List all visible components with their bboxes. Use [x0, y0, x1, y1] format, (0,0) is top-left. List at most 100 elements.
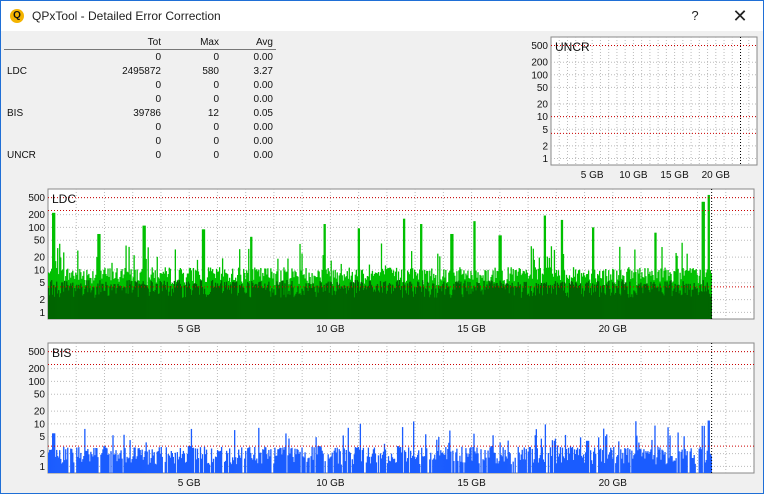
bis-bar: [349, 452, 351, 473]
error-stats-table: Tot Max Avg 0 0 0.00 LDC 2495872 580 3.27 000…: [4, 35, 276, 162]
ldc-x-tick-label: 5 GB: [178, 324, 201, 335]
bis-y-tick-label: 500: [28, 347, 45, 358]
bis-bar: [285, 433, 287, 473]
bis-bar: [165, 447, 167, 473]
stats-cell-label: UNCR: [7, 149, 36, 161]
stats-cell-avg: 0.00: [253, 149, 273, 161]
bis-bar: [678, 451, 680, 473]
bis-bar: [686, 451, 688, 473]
bis-bar: [595, 453, 597, 473]
stats-cell-avg: 0.00: [253, 121, 273, 133]
bis-bar: [208, 464, 211, 473]
bis-bar: [197, 458, 200, 473]
bis-bar: [453, 461, 455, 473]
stats-cell-label: LDC: [7, 65, 28, 77]
bis-bar: [270, 449, 272, 473]
bis-bar: [212, 458, 215, 473]
ldc-y-tick-label: 100: [28, 223, 45, 234]
bis-bar: [478, 463, 480, 473]
bis-bar: [547, 453, 550, 473]
stats-cell-max: 0: [213, 121, 219, 133]
bis-x-tick-label: 15 GB: [457, 478, 486, 489]
close-button[interactable]: ✕: [718, 1, 762, 31]
bis-bar: [67, 447, 69, 473]
uncr-y-tick-label: 500: [531, 41, 548, 52]
bis-bar: [544, 424, 547, 473]
bis-bar: [480, 449, 482, 473]
stats-cell-label: [4, 78, 74, 92]
bis-bar: [384, 449, 387, 473]
bis-bar: [419, 463, 421, 473]
stats-cell-max: 0: [213, 79, 219, 91]
stats-cell-label: BIS: [7, 107, 24, 119]
ldc-x-tick-label: 10 GB: [316, 324, 345, 335]
stats-cell-label: [4, 50, 74, 65]
bis-bar: [108, 453, 110, 473]
stats-cell-label: [4, 92, 74, 106]
bis-bar: [613, 446, 615, 473]
stats-row: UNCR 0 0 0.00: [4, 148, 276, 162]
bis-bar: [450, 451, 452, 473]
bis-bar: [110, 451, 112, 473]
bis-bar: [299, 451, 301, 473]
uncr-y-tick-label: 10: [537, 112, 549, 123]
stats-cell-tot: 0: [155, 51, 161, 63]
bis-x-tick-label: 5 GB: [178, 478, 201, 489]
bis-bar: [701, 425, 703, 473]
bis-bar: [510, 464, 512, 473]
bis-x-tick-label: 10 GB: [316, 478, 345, 489]
ldc-y-tick-label: 500: [28, 193, 45, 204]
title-bar: Q QPxTool - Detailed Error Correction ? …: [1, 1, 763, 31]
uncr-x-tick-label: 15 GB: [660, 170, 689, 181]
stats-header-tot: Tot: [74, 35, 164, 50]
ldc-chart-title: LDC: [52, 192, 76, 206]
uncr-chart: 1 2 5 1020 50 100200 500 5 GB 10 GB 15 GB 20 GB UNC…: [531, 36, 758, 181]
stats-cell-avg: 0.05: [253, 107, 273, 119]
stats-cell-tot: 0: [155, 135, 161, 147]
bis-bar: [694, 463, 696, 473]
uncr-y-tick-label: 100: [531, 70, 548, 81]
bis-bar: [121, 458, 123, 473]
bis-y-tick-label: 200: [28, 364, 45, 375]
bis-bar: [462, 462, 464, 473]
ldc-y-tick-label: 2: [39, 295, 45, 306]
bis-bar: [97, 457, 99, 473]
bis-bar: [710, 455, 712, 473]
bis-bar: [324, 461, 326, 473]
bis-bar: [551, 440, 554, 473]
bis-bar: [331, 452, 333, 473]
uncr-y-tick-label: 20: [537, 100, 549, 111]
bis-bar: [174, 452, 176, 473]
bis-bar: [201, 454, 204, 473]
stats-cell-avg: 0.00: [253, 51, 273, 63]
bis-bar: [340, 464, 342, 473]
bis-bar: [220, 446, 223, 473]
bis-bar: [322, 453, 324, 473]
stats-cell-tot: 0: [155, 121, 161, 133]
help-button[interactable]: ?: [673, 1, 717, 31]
stats-cell-tot: 0: [155, 93, 161, 105]
ldc-x-tick-label: 20 GB: [599, 324, 628, 335]
ldc-x-tick-label: 15 GB: [457, 324, 486, 335]
bis-y-tick-label: 100: [28, 377, 45, 388]
stats-cell-tot: 2495872: [122, 65, 161, 77]
bis-bar: [73, 462, 75, 473]
stats-row: BIS 39786 12 0.05: [4, 106, 276, 120]
bis-y-tick-label: 1: [39, 462, 45, 473]
bis-chart-title: BIS: [52, 346, 71, 360]
ldc-y-tick-label: 50: [34, 236, 46, 247]
stats-row: 0 0 0.00: [4, 134, 276, 148]
uncr-x-tick-label: 20 GB: [702, 170, 731, 181]
bis-bar: [430, 452, 432, 473]
stats-cell-avg: 0.00: [253, 135, 273, 147]
stats-cell-tot: 39786: [133, 107, 161, 119]
bis-bar: [512, 461, 514, 473]
stats-cell-tot: 0: [155, 79, 161, 91]
stats-row: 0 0 0.00: [4, 92, 276, 106]
stats-cell-tot: 0: [155, 149, 161, 161]
stats-header-max: Max: [164, 35, 222, 50]
bis-y-tick-label: 5: [39, 432, 45, 443]
uncr-x-tick-label: 10 GB: [619, 170, 648, 181]
stats-header-row: Tot Max Avg: [4, 35, 276, 50]
bis-bar: [161, 456, 163, 473]
